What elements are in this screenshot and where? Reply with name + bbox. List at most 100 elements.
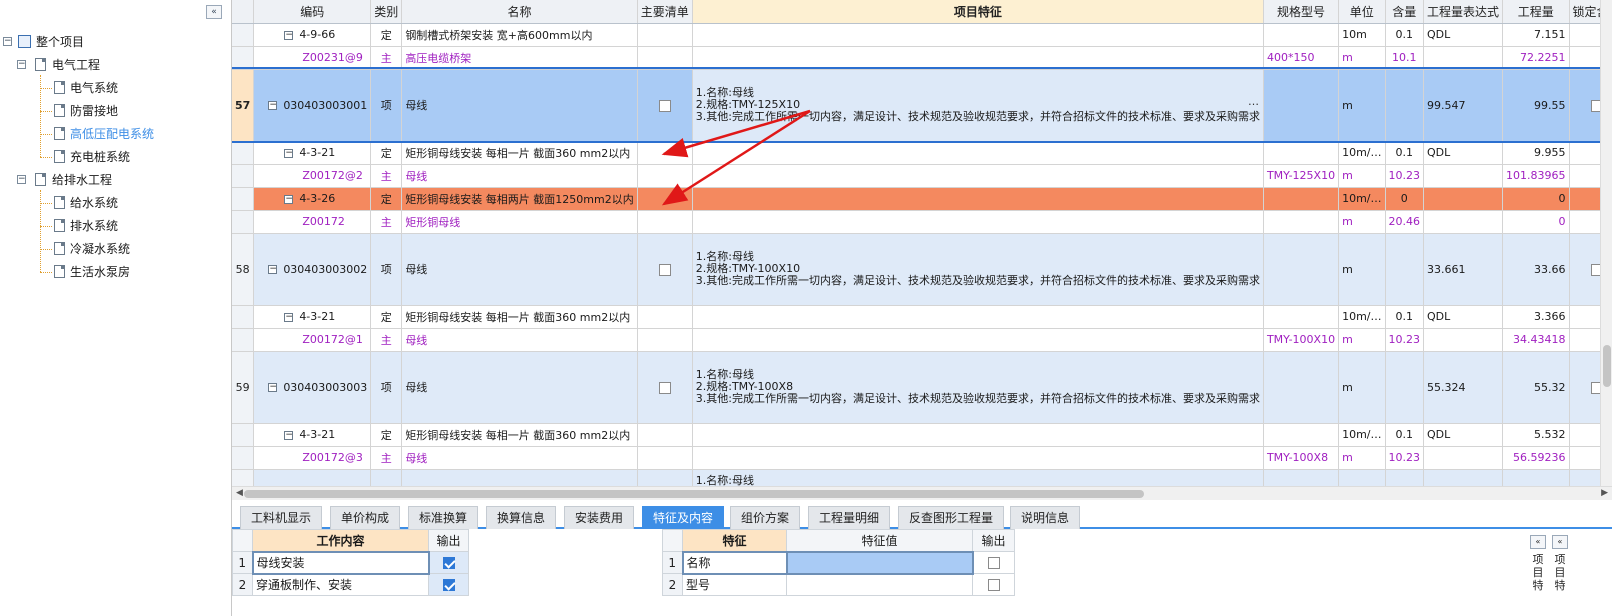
type-cell[interactable]: 定 bbox=[370, 305, 403, 329]
spec-cell[interactable]: 400*150 bbox=[1263, 46, 1340, 70]
tab[interactable]: 换算信息 bbox=[486, 506, 557, 529]
code-cell[interactable]: Z00172 bbox=[253, 210, 372, 234]
unit-cell[interactable]: 10m/… bbox=[1338, 423, 1386, 447]
code-cell[interactable]: −030403003002 bbox=[253, 233, 372, 306]
name-cell[interactable]: 母线 bbox=[401, 233, 638, 306]
collapse-toggle-icon[interactable]: − bbox=[268, 383, 278, 392]
feature-name-cell[interactable]: 型号 bbox=[682, 573, 787, 596]
main-list-checkbox[interactable] bbox=[658, 99, 671, 112]
horizontal-scrollbar[interactable]: ◀ ▶ bbox=[232, 486, 1612, 500]
unit-cell[interactable]: 10m/… bbox=[1338, 305, 1386, 329]
work-content-cell[interactable]: 母线安装 bbox=[251, 550, 430, 575]
collapse-toggle-icon[interactable]: − bbox=[284, 194, 294, 204]
unit-cell[interactable]: m bbox=[1338, 46, 1386, 70]
code-cell[interactable]: Z00231@9 bbox=[253, 46, 372, 70]
spec-cell[interactable]: TMY-125X10 bbox=[1263, 164, 1340, 188]
column-header[interactable]: 特征 bbox=[682, 529, 787, 552]
tab[interactable]: 工程量明细 bbox=[808, 506, 891, 529]
quantity-expression-cell[interactable]: 99.547 bbox=[1423, 69, 1504, 142]
quantity-ratio-cell[interactable] bbox=[1385, 469, 1424, 486]
spec-cell[interactable] bbox=[1263, 23, 1340, 47]
main-list-cell[interactable] bbox=[637, 187, 693, 211]
spec-cell[interactable] bbox=[1263, 469, 1340, 486]
quantity-ratio-cell[interactable]: 0.1 bbox=[1385, 141, 1424, 165]
tab[interactable]: 说明信息 bbox=[1010, 506, 1081, 529]
unit-cell[interactable] bbox=[1338, 469, 1386, 486]
feature-row[interactable]: 2 型号 bbox=[662, 573, 1015, 596]
work-content-row[interactable]: 1 母线安装 bbox=[232, 550, 469, 575]
main-list-cell[interactable] bbox=[637, 423, 693, 447]
feature-cell[interactable] bbox=[692, 23, 1264, 47]
spec-cell[interactable] bbox=[1263, 69, 1340, 142]
tree-node-item[interactable]: 防雷接地 bbox=[0, 101, 230, 121]
column-header[interactable] bbox=[232, 529, 253, 552]
main-list-cell[interactable] bbox=[637, 305, 693, 329]
tree-node-root[interactable]: − 整个项目 bbox=[0, 32, 230, 52]
collapse-toggle-icon[interactable]: − bbox=[284, 148, 294, 158]
code-cell[interactable] bbox=[253, 469, 372, 486]
table-row[interactable]: −4-3-21 定矩形铜母线安装 每相一片 截面360 mm2以内 10m/… 0.1… bbox=[232, 305, 1612, 329]
main-list-cell[interactable] bbox=[637, 46, 693, 70]
unit-cell[interactable]: m bbox=[1338, 328, 1386, 352]
table-row[interactable]: −4-3-26定矩形铜母线安装 每相两片 截面1250mm2以内10m/…001… bbox=[232, 187, 1612, 211]
column-header[interactable]: 含量 bbox=[1385, 0, 1424, 24]
table-row[interactable]: −4-9-66 定钢制槽式桥架安装 宽+高600mm以内 10m 0.1 QDL 7.15… bbox=[232, 23, 1612, 47]
more-icon[interactable]: … bbox=[1248, 95, 1259, 108]
vertical-scroll-thumb[interactable] bbox=[1603, 345, 1611, 387]
collapse-toggle-icon[interactable]: − bbox=[284, 430, 294, 440]
expand-icon[interactable]: « bbox=[1552, 535, 1568, 549]
tree-node-item[interactable]: 充电桩系统 bbox=[0, 147, 230, 167]
name-cell[interactable]: 母线 bbox=[401, 164, 638, 188]
quantity-ratio-cell[interactable]: 10.23 bbox=[1385, 446, 1424, 470]
table-row[interactable]: Z00172@1 主母线 TMY-100X10 m 10.23 34.43418 bbox=[232, 328, 1612, 352]
main-list-cell[interactable] bbox=[637, 233, 693, 306]
main-list-cell[interactable] bbox=[637, 469, 693, 486]
tab[interactable]: 标准换算 bbox=[408, 506, 479, 529]
type-cell[interactable]: 主 bbox=[370, 46, 403, 70]
quantity-ratio-cell[interactable] bbox=[1385, 233, 1424, 306]
feature-cell[interactable] bbox=[692, 46, 1264, 70]
output-checkbox[interactable] bbox=[442, 557, 455, 569]
quantity-ratio-cell[interactable]: 0.1 bbox=[1385, 423, 1424, 447]
output-checkbox[interactable] bbox=[987, 579, 1000, 591]
quantity-cell[interactable]: 72.2251 bbox=[1502, 46, 1570, 70]
feature-cell[interactable] bbox=[692, 305, 1264, 329]
column-header[interactable]: 输出 bbox=[972, 529, 1015, 552]
tree-node-item[interactable]: 排水系统 bbox=[0, 216, 230, 236]
collapse-toggle-icon[interactable]: − bbox=[3, 37, 12, 46]
side-panel-button[interactable]: « 项目特 bbox=[1528, 535, 1548, 592]
feature-cell[interactable] bbox=[692, 187, 1264, 211]
column-header[interactable] bbox=[232, 0, 255, 24]
output-cell[interactable] bbox=[428, 573, 469, 596]
spec-cell[interactable] bbox=[1263, 351, 1340, 424]
quantity-cell[interactable]: 5.532 bbox=[1502, 423, 1570, 447]
column-header[interactable]: 特征值 bbox=[786, 529, 973, 552]
code-cell[interactable]: −4-3-21 bbox=[253, 305, 372, 329]
output-cell[interactable] bbox=[972, 573, 1015, 596]
name-cell[interactable]: 矩形铜母线安装 每相一片 截面360 mm2以内 bbox=[401, 141, 638, 165]
tree-node-item[interactable]: 给水系统 bbox=[0, 193, 230, 213]
column-header[interactable]: 规格型号 bbox=[1263, 0, 1340, 24]
type-cell[interactable]: 定 bbox=[370, 423, 403, 447]
quantity-cell[interactable]: 56.59236 bbox=[1502, 446, 1570, 470]
type-cell[interactable]: 主 bbox=[370, 328, 403, 352]
type-cell[interactable] bbox=[370, 469, 403, 486]
collapse-toggle-icon[interactable]: − bbox=[17, 175, 26, 184]
main-list-cell[interactable] bbox=[637, 69, 693, 142]
table-row[interactable]: −4-3-21 定矩形铜母线安装 每相一片 截面360 mm2以内 10m/… 0.1… bbox=[232, 423, 1612, 447]
name-cell[interactable] bbox=[401, 469, 638, 486]
horizontal-scroll-thumb[interactable] bbox=[244, 490, 1144, 498]
unit-cell[interactable]: 10m/… bbox=[1338, 187, 1386, 211]
quantity-cell[interactable] bbox=[1502, 469, 1570, 486]
name-cell[interactable]: 母线 bbox=[401, 446, 638, 470]
quantity-ratio-cell[interactable]: 0.1 bbox=[1385, 305, 1424, 329]
tree-node-group[interactable]: − 给排水工程 bbox=[0, 170, 230, 190]
quantity-cell[interactable]: 33.66 bbox=[1502, 233, 1570, 306]
type-cell[interactable]: 项 bbox=[370, 69, 403, 142]
type-cell[interactable]: 定 bbox=[370, 23, 403, 47]
spec-cell[interactable] bbox=[1263, 141, 1340, 165]
output-cell[interactable] bbox=[972, 551, 1015, 574]
tree-node-item[interactable]: 冷凝水系统 bbox=[0, 239, 230, 259]
quantity-cell[interactable]: 3.366 bbox=[1502, 305, 1570, 329]
spec-cell[interactable]: TMY-100X8 bbox=[1263, 446, 1340, 470]
